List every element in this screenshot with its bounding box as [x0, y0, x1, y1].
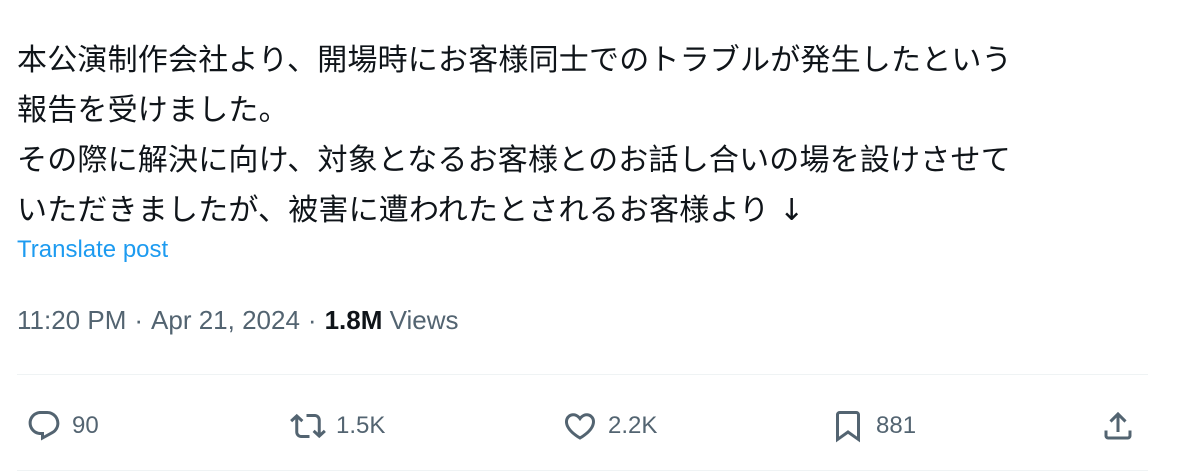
post-meta: 11:20 PM · Apr 21, 2024 · 1.8M Views — [17, 305, 459, 336]
share-icon — [1100, 408, 1136, 444]
post-text-line-4: いただきましたが、被害に遭われたとされるお客様より ↓ — [17, 193, 805, 228]
translate-post-link[interactable]: Translate post — [17, 236, 168, 264]
repost-count: 1.5K — [336, 412, 386, 439]
post-text-line-1: 本公演制作会社より、開場時にお客様同士でのトラブルが発生したという — [17, 43, 1012, 78]
bookmark-icon — [830, 408, 866, 444]
divider — [17, 374, 1148, 375]
action-bar: 90 1.5K 2.2K 881 — [0, 398, 1178, 454]
meta-separator: · — [307, 305, 317, 335]
views-count: 1.8M — [324, 305, 383, 335]
views-label: Views — [389, 305, 459, 335]
post-time[interactable]: 11:20 PM — [17, 305, 126, 335]
repost-button[interactable]: 1.5K — [290, 398, 385, 454]
repost-icon — [290, 408, 326, 444]
reply-icon — [26, 408, 62, 444]
bookmark-count: 881 — [876, 412, 917, 439]
meta-separator: · — [134, 305, 144, 335]
reply-button[interactable]: 90 — [26, 398, 99, 454]
heart-icon — [562, 408, 598, 444]
post-date[interactable]: Apr 21, 2024 — [151, 305, 300, 335]
like-button[interactable]: 2.2K — [562, 398, 657, 454]
like-count: 2.2K — [608, 412, 658, 439]
post-text: 本公演制作会社より、開場時にお客様同士でのトラブルが発生したという 報告を受けま… — [17, 36, 1157, 236]
share-button[interactable] — [1100, 398, 1136, 454]
bookmark-button[interactable]: 881 — [830, 398, 916, 454]
post-text-line-2: 報告を受けました。 — [17, 93, 289, 128]
post-text-line-3: その際に解決に向け、対象となるお客様とのお話し合いの場を設けさせて — [17, 143, 1011, 178]
divider — [17, 470, 1148, 471]
reply-count: 90 — [72, 412, 99, 439]
